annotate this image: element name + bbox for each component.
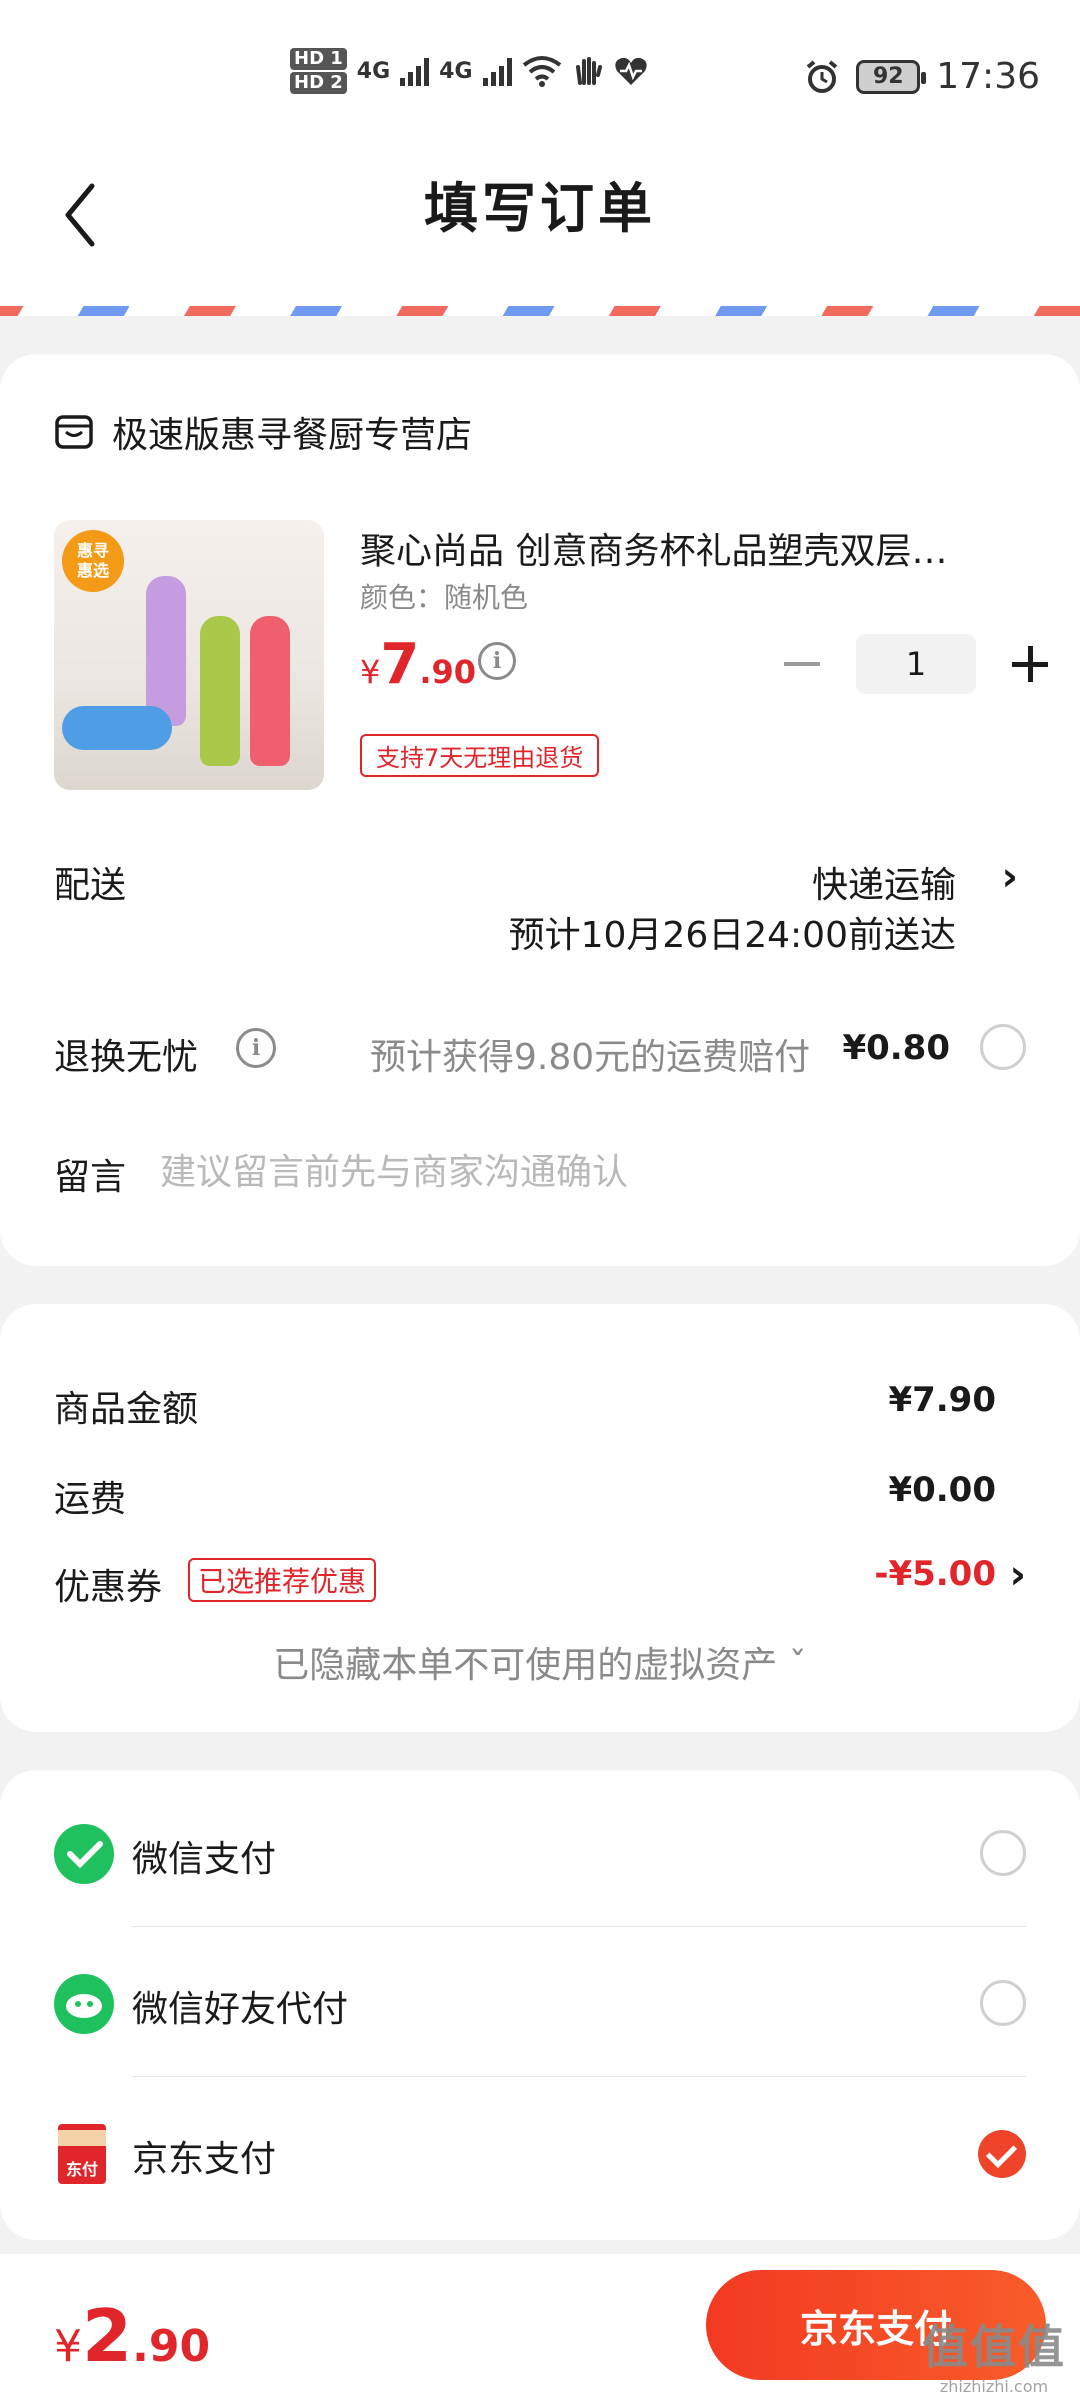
hidden-assets-toggle[interactable]: 已隐藏本单不可使用的虚拟资产 ˇ	[0, 1636, 1080, 1688]
shipping-label: 运费	[54, 1479, 127, 1520]
hd2-badge: HD 2	[290, 72, 347, 94]
quantity-minus-button[interactable]	[784, 662, 820, 666]
battery-indicator: 92	[856, 59, 927, 94]
refund-insurance-label: 退换无忧	[54, 1037, 199, 1078]
payment-label: 微信支付	[132, 1839, 277, 1880]
total-integer: 2	[82, 2294, 133, 2378]
clock: 17:36	[936, 56, 1040, 97]
signal-2-icon	[482, 56, 512, 86]
payment-option-wechat-friend[interactable]: 微信好友代付	[0, 1920, 1080, 2077]
payment-label: 京东支付	[132, 2139, 277, 2180]
cup-green	[200, 616, 240, 766]
hand-icon	[575, 57, 602, 85]
status-bar: HD 1 HD 2 4G 4G 92 17:36	[0, 0, 1080, 140]
shop-icon	[55, 415, 93, 449]
payment-option-jd[interactable]: 东付 京东支付	[0, 2070, 1080, 2220]
quantity-stepper: 1	[784, 634, 1048, 694]
watermark-text: 值值值	[922, 2320, 1066, 2374]
order-total: ¥ 2 .90	[54, 2294, 210, 2378]
status-right: 92 17:36	[804, 56, 1040, 97]
payment-label: 微信好友代付	[132, 1989, 349, 2030]
product-title[interactable]: 聚心尚品 创意商务杯礼品塑壳双层…	[360, 522, 1000, 574]
price-currency: ¥	[360, 653, 381, 691]
payment-radio-checked[interactable]	[978, 2130, 1026, 2178]
payment-radio[interactable]	[980, 1830, 1026, 1876]
goods-amount-value: ¥7.90	[888, 1380, 996, 1420]
heart-rate-icon	[614, 57, 647, 85]
network-type-1: 4G	[356, 58, 391, 84]
coupon-label: 优惠券	[54, 1567, 163, 1608]
bottom-bar: ¥ 2 .90 京东支付 值值值 zhizhizhi.com	[0, 2254, 1080, 2400]
refund-insurance-radio[interactable]	[980, 1024, 1026, 1070]
alarm-icon	[806, 59, 838, 93]
wifi-icon	[522, 56, 561, 87]
return-policy-tag: 支持7天无理由退货	[360, 734, 600, 777]
coupon-chevron-icon[interactable]: ›	[1010, 1552, 1026, 1598]
delivery-eta: 预计10月26日24:00前送达	[508, 915, 956, 956]
payment-radio[interactable]	[980, 1980, 1026, 2026]
refund-info-icon[interactable]: i	[236, 1028, 276, 1068]
wechat-pay-icon	[54, 1824, 114, 1884]
jd-pay-icon: 东付	[58, 2124, 106, 2184]
shop-name: 极速版惠寻餐厨专营店	[112, 415, 473, 456]
network-type-2: 4G	[439, 58, 473, 84]
delivery-method[interactable]: 快递运输	[812, 856, 956, 908]
hd1-badge: HD 1	[290, 48, 347, 70]
watermark-url: zhizhizhi.com	[939, 2377, 1049, 2396]
price-decimal: .90	[419, 653, 477, 691]
wechat-friend-pay-icon	[54, 1974, 114, 2034]
payment-card: 微信支付 微信好友代付 东付 京东支付	[0, 1770, 1080, 2240]
refund-insurance-price: ¥0.80	[842, 1028, 950, 1068]
quantity-value[interactable]: 1	[856, 634, 976, 694]
delivery-label: 配送	[54, 865, 127, 906]
shop-row[interactable]: 极速版惠寻餐厨专营店	[54, 406, 472, 458]
product-price: ¥ 7 .90	[360, 632, 476, 697]
header: 填写订单	[0, 140, 1080, 310]
airmail-stripe	[0, 306, 1080, 316]
quantity-plus-button[interactable]	[1012, 646, 1048, 682]
watermark: 值值值 zhizhizhi.com	[922, 2311, 1066, 2396]
payment-option-wechat[interactable]: 微信支付	[0, 1770, 1080, 1927]
brand-badge: 惠寻 惠选	[62, 530, 124, 592]
delivery-chevron-icon[interactable]: ›	[1002, 854, 1018, 900]
status-left: HD 1 HD 2 4G 4G	[290, 48, 648, 94]
signal-1-icon	[400, 56, 430, 86]
goods-amount-label: 商品金额	[54, 1389, 199, 1430]
total-decimal: .90	[132, 2321, 211, 2372]
price-integer: 7	[380, 632, 420, 697]
cup-pink	[250, 616, 290, 766]
message-input[interactable]	[160, 1142, 1020, 1202]
product-spec: 颜色：随机色	[360, 581, 529, 614]
hd-indicators: HD 1 HD 2	[290, 48, 347, 94]
total-currency: ¥	[54, 2321, 82, 2372]
coupon-tag: 已选推荐优惠	[188, 1558, 377, 1602]
product-image[interactable]: 惠寻 惠选	[54, 520, 324, 790]
message-label: 留言	[54, 1157, 127, 1198]
refund-insurance-text: 预计获得9.80元的运费赔付	[370, 1037, 811, 1078]
cup-purple	[146, 576, 186, 726]
coupon-value[interactable]: -¥5.00	[874, 1554, 996, 1594]
price-info-icon[interactable]: i	[478, 642, 516, 680]
order-card: 极速版惠寻餐厨专营店 惠寻 惠选 聚心尚品 创意商务杯礼品塑壳双层… 颜色：随机…	[0, 354, 1080, 1266]
shipping-value: ¥0.00	[888, 1470, 996, 1510]
page-title: 填写订单	[424, 177, 656, 240]
cup-blue	[62, 706, 172, 750]
